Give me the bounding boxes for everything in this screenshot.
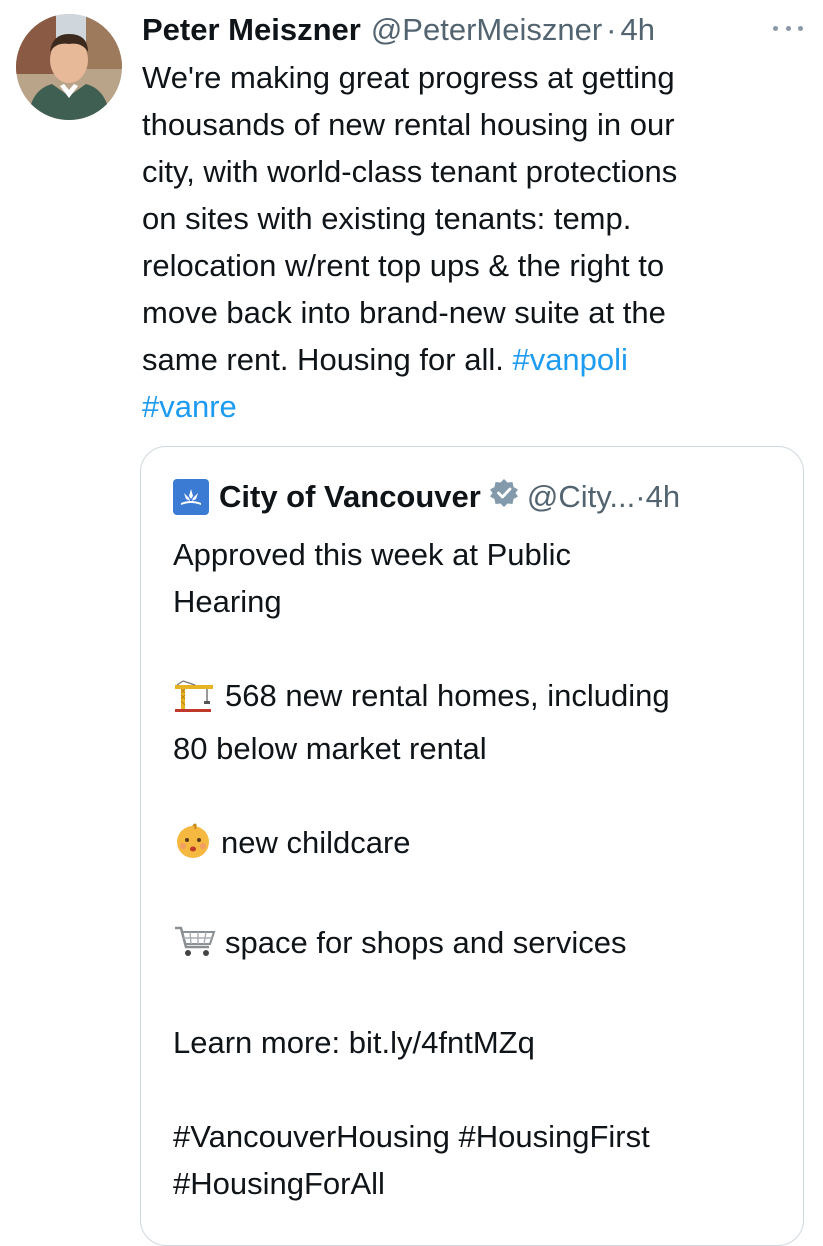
tweet-header: Peter Meiszner @PeterMeiszner · 4h <box>142 8 655 52</box>
quote-line-text: new childcare <box>221 825 411 860</box>
shopping-cart-emoji-icon <box>173 925 217 972</box>
verified-badge-icon <box>489 478 519 516</box>
quoted-tweet-header: City of Vancouver @City... · 4h <box>173 477 680 517</box>
quote-line-cart: space for shops and services <box>173 919 793 972</box>
quote-hashtags-line: #VancouverHousing #HousingFirst <box>173 1119 650 1154</box>
quoted-author-handle[interactable]: @City... <box>527 479 635 515</box>
separator-dot: · <box>635 479 646 514</box>
quote-blank-line <box>173 972 793 1019</box>
ellipsis-icon[interactable] <box>773 18 803 38</box>
tweet-text-segment: same rent. Housing for all. <box>142 342 513 377</box>
tweet-text-line: city, with world-class tenant protection… <box>142 154 678 189</box>
quote-line-text: 568 new rental homes, including <box>225 678 670 713</box>
quote-line: 80 below market rental <box>173 731 487 766</box>
tweet-text-line: thousands of new rental housing in our <box>142 107 675 142</box>
quote-blank-line <box>173 872 793 919</box>
tweet-text-line: move back into brand-new suite at the <box>142 295 666 330</box>
hashtag-link[interactable]: #vanre <box>142 389 237 424</box>
quote-line-text: space for shops and services <box>225 925 627 960</box>
city-logo-icon[interactable] <box>173 479 209 515</box>
quote-blank-line <box>173 1066 793 1113</box>
learn-more-line: Learn more: bit.ly/4fntMZq <box>173 1025 535 1060</box>
tweet-text-line: #vanre <box>142 383 812 430</box>
author-name[interactable]: Peter Meiszner <box>142 12 361 48</box>
timestamp[interactable]: 4h <box>620 12 654 48</box>
quote-blank-line <box>173 625 793 672</box>
quote-line-crane: 568 new rental homes, including <box>173 672 793 725</box>
tweet-text-line: We're making great progress at getting <box>142 60 675 95</box>
quoted-tweet-text: Approved this week at Public Hearing 568… <box>173 531 793 1207</box>
separator-dot: · <box>606 12 617 47</box>
avatar[interactable] <box>16 14 122 120</box>
tweet-text-line-last: same rent. Housing for all. #vanpoli <box>142 336 812 383</box>
tweet-text-line: on sites with existing tenants: temp. <box>142 201 632 236</box>
quote-line: Approved this week at Public <box>173 537 572 572</box>
tweet-text-line: relocation w/rent top ups & the right to <box>142 248 665 283</box>
crane-emoji-icon <box>173 678 217 725</box>
baby-emoji-icon <box>173 821 213 872</box>
quoted-tweet-card[interactable]: City of Vancouver @City... · 4h Approved… <box>140 446 804 1246</box>
tweet-text: We're making great progress at getting t… <box>142 54 812 430</box>
quoted-author-name[interactable]: City of Vancouver <box>219 479 481 515</box>
quote-line-baby: new childcare <box>173 819 793 872</box>
quote-blank-line <box>173 772 793 819</box>
author-handle[interactable]: @PeterMeiszner <box>371 12 602 48</box>
quoted-timestamp[interactable]: 4h <box>646 479 680 515</box>
hashtag-link[interactable]: #vanpoli <box>512 342 627 377</box>
quote-line: Hearing <box>173 584 282 619</box>
